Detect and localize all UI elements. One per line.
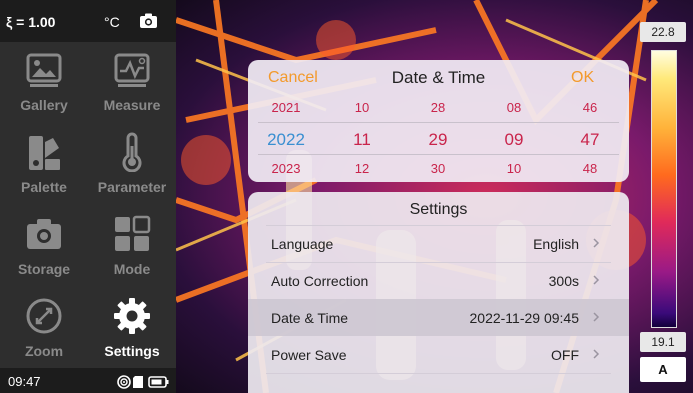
- menu-label-palette: Palette: [21, 179, 67, 195]
- settings-label-power-save: Power Save: [271, 347, 347, 363]
- settings-divider: [266, 373, 611, 374]
- status-icons: [117, 375, 169, 389]
- menu-label-settings: Settings: [104, 343, 160, 359]
- hour-prev[interactable]: 08: [476, 100, 552, 115]
- scale-min-value[interactable]: 19.1: [640, 332, 686, 352]
- hour-current[interactable]: 09: [476, 130, 552, 150]
- temperature-unit[interactable]: °C: [104, 14, 120, 30]
- settings-value-date-time: 2022-11-29 09:45: [469, 310, 580, 326]
- menu-item-settings[interactable]: Settings: [88, 290, 176, 370]
- settings-label-language: Language: [271, 236, 334, 252]
- picker-divider: [258, 154, 619, 155]
- ok-button[interactable]: OK: [571, 69, 594, 87]
- chevron-right-icon: [593, 238, 600, 248]
- mode-grid-icon: [115, 215, 151, 251]
- camera-icon[interactable]: [139, 13, 158, 29]
- menu-item-storage[interactable]: Storage: [0, 208, 88, 288]
- chevron-right-icon: [593, 312, 600, 322]
- menu-label-mode: Mode: [113, 261, 151, 277]
- color-scale-bar: [651, 50, 677, 328]
- menu-label-measure: Measure: [103, 97, 161, 113]
- minute-next[interactable]: 48: [552, 161, 628, 176]
- settings-row-auto-correction[interactable]: Auto Correction 300s: [248, 262, 629, 299]
- top-status-bar: ξ = 1.00 °C: [0, 0, 176, 42]
- settings-row-power-save[interactable]: Power Save OFF: [248, 336, 629, 373]
- battery-icon: [148, 376, 169, 388]
- settings-title: Settings: [409, 201, 468, 218]
- day-prev[interactable]: 28: [400, 100, 476, 115]
- day-current[interactable]: 29: [400, 130, 476, 150]
- gear-icon: [114, 298, 150, 334]
- menu-label-parameter: Parameter: [97, 179, 167, 195]
- settings-label-auto-correction: Auto Correction: [271, 273, 369, 289]
- settings-label-date-time: Date & Time: [271, 310, 349, 326]
- chevron-right-icon: [593, 275, 600, 285]
- settings-panel: Settings Language English Auto Correctio…: [248, 192, 629, 393]
- settings-value-power-save: OFF: [551, 347, 579, 363]
- month-next[interactable]: 12: [324, 161, 400, 176]
- menu-label-storage: Storage: [17, 261, 71, 277]
- menu-item-zoom[interactable]: Zoom: [0, 290, 88, 370]
- thermometer-icon: [122, 132, 142, 172]
- month-prev[interactable]: 10: [324, 100, 400, 115]
- side-menu: ξ = 1.00 °C Gallery Measure Palette Para…: [0, 0, 176, 393]
- emissivity-readout[interactable]: ξ = 1.00: [6, 14, 55, 30]
- menu-item-parameter[interactable]: Parameter: [88, 126, 176, 206]
- picker-divider: [258, 122, 619, 123]
- settings-value-auto-correction: 300s: [548, 273, 579, 289]
- day-next[interactable]: 30: [400, 161, 476, 176]
- wifi-icon: [117, 375, 131, 389]
- menu-item-mode[interactable]: Mode: [88, 208, 176, 288]
- menu-label-zoom: Zoom: [24, 343, 64, 359]
- year-next[interactable]: 2023: [248, 161, 324, 176]
- scale-max-value[interactable]: 22.8: [640, 22, 686, 42]
- month-current[interactable]: 11: [324, 130, 400, 150]
- year-current[interactable]: 2022: [248, 130, 324, 150]
- cancel-button[interactable]: Cancel: [268, 69, 318, 87]
- auto-range-button[interactable]: A: [640, 357, 686, 382]
- settings-value-language: English: [533, 236, 579, 252]
- chevron-right-icon: [593, 349, 600, 359]
- menu-label-gallery: Gallery: [20, 97, 68, 113]
- settings-row-date-time[interactable]: Date & Time 2022-11-29 09:45: [248, 299, 629, 336]
- menu-item-measure[interactable]: Measure: [88, 44, 176, 124]
- minute-prev[interactable]: 46: [552, 100, 628, 115]
- camera-icon: [27, 219, 61, 249]
- sd-card-icon: [133, 376, 143, 388]
- menu-item-gallery[interactable]: Gallery: [0, 44, 88, 124]
- menu-item-palette[interactable]: Palette: [0, 126, 88, 206]
- bottom-status-bar: 09:47: [0, 368, 176, 393]
- hour-next[interactable]: 10: [476, 161, 552, 176]
- gallery-icon: [26, 53, 62, 87]
- measure-icon: [114, 53, 150, 87]
- palette-icon: [29, 136, 60, 170]
- date-time-picker: Cancel Date & Time OK 2021 10 28 08 46 2…: [248, 60, 629, 182]
- zoom-icon: [26, 298, 62, 334]
- year-prev[interactable]: 2021: [248, 100, 324, 115]
- minute-current[interactable]: 47: [552, 130, 628, 150]
- clock: 09:47: [8, 374, 41, 389]
- settings-row-language[interactable]: Language English: [248, 225, 629, 262]
